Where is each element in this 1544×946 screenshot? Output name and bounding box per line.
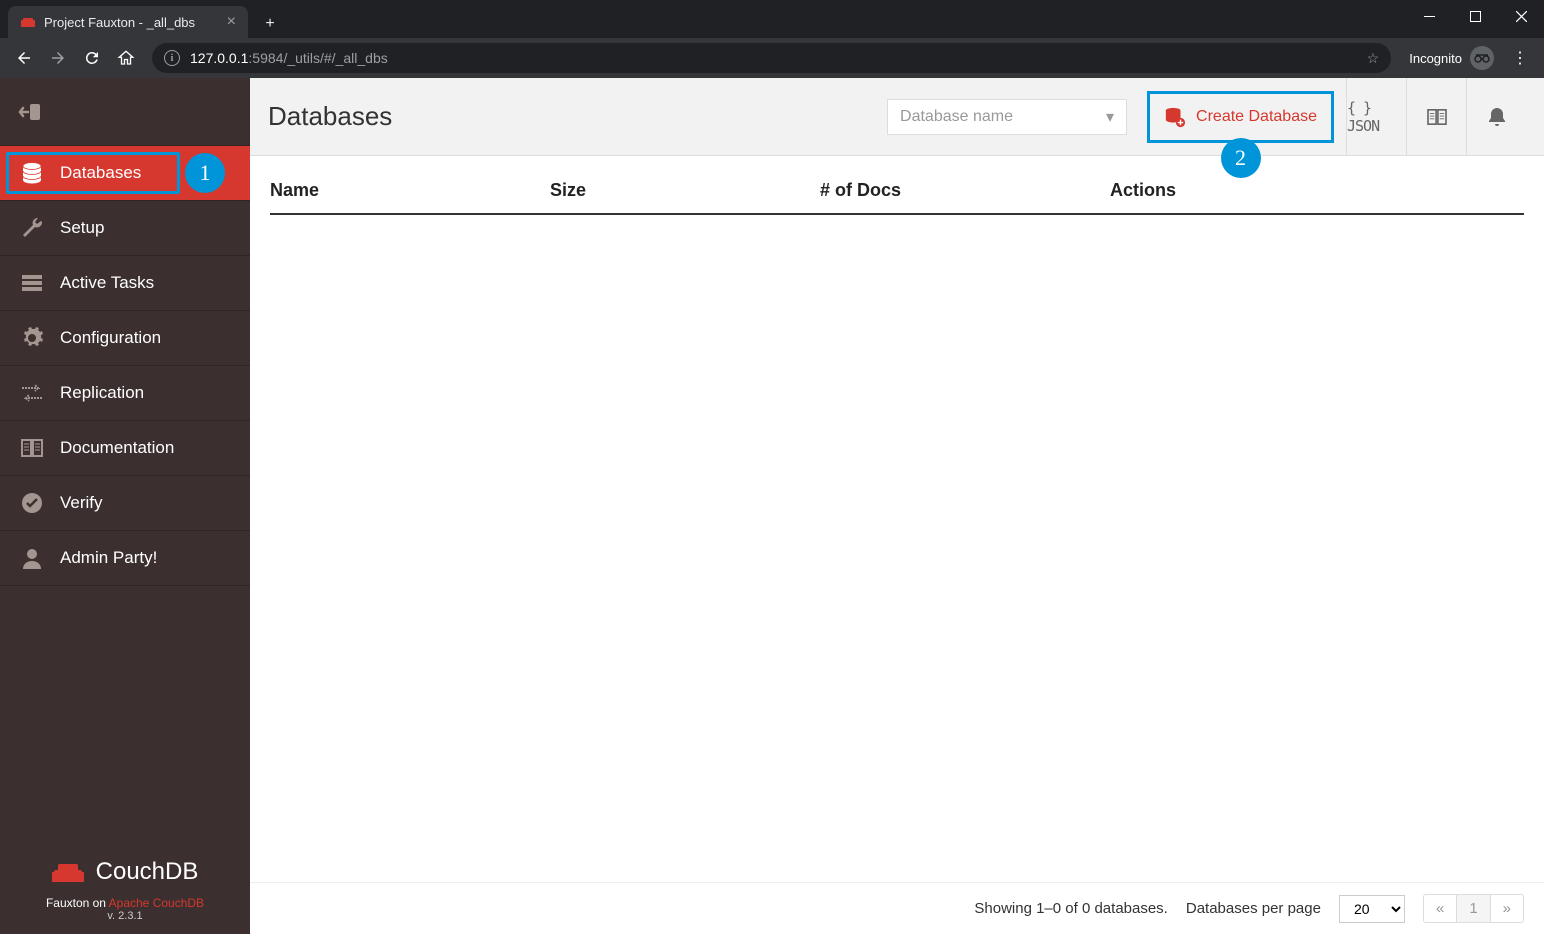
sidebar-collapse[interactable] [0,78,250,146]
wrench-icon [18,214,46,242]
reload-button[interactable] [76,42,108,74]
sidebar-item-verify[interactable]: Verify [0,476,250,531]
sidebar-item-label: Verify [60,493,103,513]
new-tab-button[interactable]: + [256,10,284,38]
replication-icon [18,379,46,407]
couchdb-favicon [20,14,36,30]
table-container: Name Size # of Docs Actions [250,156,1544,882]
minimize-button[interactable] [1406,0,1452,32]
per-page-label: Databases per page [1186,900,1321,917]
sidebar-footer: CouchDB Fauxton on Apache CouchDB v. 2.3… [0,843,250,934]
footer-version: v. 2.3.1 [20,910,230,922]
sidebar-item-label: Documentation [60,438,174,458]
close-tab-icon[interactable]: × [217,13,236,31]
database-search-dropdown[interactable]: Database name ▾ [887,99,1127,135]
collapse-icon [18,102,42,122]
notifications-button[interactable] [1466,78,1526,155]
browser-tab[interactable]: Project Fauxton - _all_dbs × [8,6,248,38]
incognito-icon [1470,46,1494,70]
maximize-button[interactable] [1452,0,1498,32]
sidebar-item-label: Setup [60,218,104,238]
docs-button[interactable] [1406,78,1466,155]
annotation-badge-1: 1 [185,153,225,193]
tasks-icon [18,269,46,297]
column-size: Size [550,180,820,201]
sidebar-item-documentation[interactable]: Documentation [0,421,250,476]
bookmark-star-icon[interactable]: ☆ [1367,50,1380,67]
check-circle-icon [18,489,46,517]
footer-link[interactable]: Apache CouchDB [109,896,204,910]
couchdb-logo: CouchDB [20,858,230,886]
sidebar-item-admin-party[interactable]: Admin Party! [0,531,250,586]
sidebar-item-active-tasks[interactable]: Active Tasks [0,256,250,311]
browser-titlebar: Project Fauxton - _all_dbs × + [0,0,1544,38]
window-controls [1406,0,1544,38]
logo-text: CouchDB [96,858,199,886]
url-path: /_utils/#/_all_dbs [283,50,387,66]
per-page-select[interactable]: 20 [1339,895,1405,923]
table-header-row: Name Size # of Docs Actions [270,156,1524,215]
prev-page-button[interactable]: « [1424,895,1457,922]
sidebar-item-label: Admin Party! [60,548,157,568]
address-bar[interactable]: i 127.0.0.1:5984/_utils/#/_all_dbs ☆ [152,43,1391,73]
sidebar-item-label: Replication [60,383,144,403]
sidebar-item-label: Active Tasks [60,273,154,293]
search-placeholder: Database name [900,108,1013,126]
json-button[interactable]: { } JSON [1346,78,1406,155]
book-icon [18,434,46,462]
database-plus-icon [1164,106,1186,128]
incognito-label: Incognito [1409,51,1462,66]
footer-text: Fauxton on Apache CouchDB [20,896,230,910]
page-number[interactable]: 1 [1457,895,1490,922]
gear-icon [18,324,46,352]
couch-icon [52,860,84,884]
site-info-icon[interactable]: i [164,50,180,66]
sidebar-item-setup[interactable]: Setup [0,201,250,256]
showing-text: Showing 1–0 of 0 databases. [974,900,1167,917]
sidebar-item-configuration[interactable]: Configuration [0,311,250,366]
user-icon [18,544,46,572]
page-header: Databases Database name ▾ Create Databas… [250,78,1544,156]
create-database-label: Create Database [1196,108,1317,126]
sidebar-item-databases[interactable]: Databases 1 [0,146,250,201]
close-window-button[interactable] [1498,0,1544,32]
sidebar-item-replication[interactable]: Replication [0,366,250,421]
url-host: 127.0.0.1 [190,50,248,66]
sidebar: Databases 1 Setup Active Tasks Configura… [0,78,250,934]
browser-toolbar: i 127.0.0.1:5984/_utils/#/_all_dbs ☆ Inc… [0,38,1544,78]
column-actions: Actions [1110,180,1524,201]
pagination-bar: Showing 1–0 of 0 databases. Databases pe… [250,882,1544,934]
url-port: :5984 [248,50,283,66]
home-button[interactable] [110,42,142,74]
main-content: Databases Database name ▾ Create Databas… [250,78,1544,934]
column-name: Name [270,180,550,201]
back-button[interactable] [8,42,40,74]
annotation-box-1 [6,152,180,194]
column-docs: # of Docs [820,180,1110,201]
caret-down-icon: ▾ [1106,107,1114,127]
next-page-button[interactable]: » [1491,895,1523,922]
browser-menu-button[interactable]: ⋮ [1504,42,1536,74]
forward-button[interactable] [42,42,74,74]
annotation-badge-2: 2 [1221,138,1261,178]
incognito-indicator: Incognito [1409,46,1494,70]
pagination: « 1 » [1423,894,1524,923]
page-title: Databases [268,101,392,132]
create-database-button[interactable]: Create Database 2 [1147,91,1334,143]
tab-title: Project Fauxton - _all_dbs [44,15,195,30]
sidebar-item-label: Configuration [60,328,161,348]
